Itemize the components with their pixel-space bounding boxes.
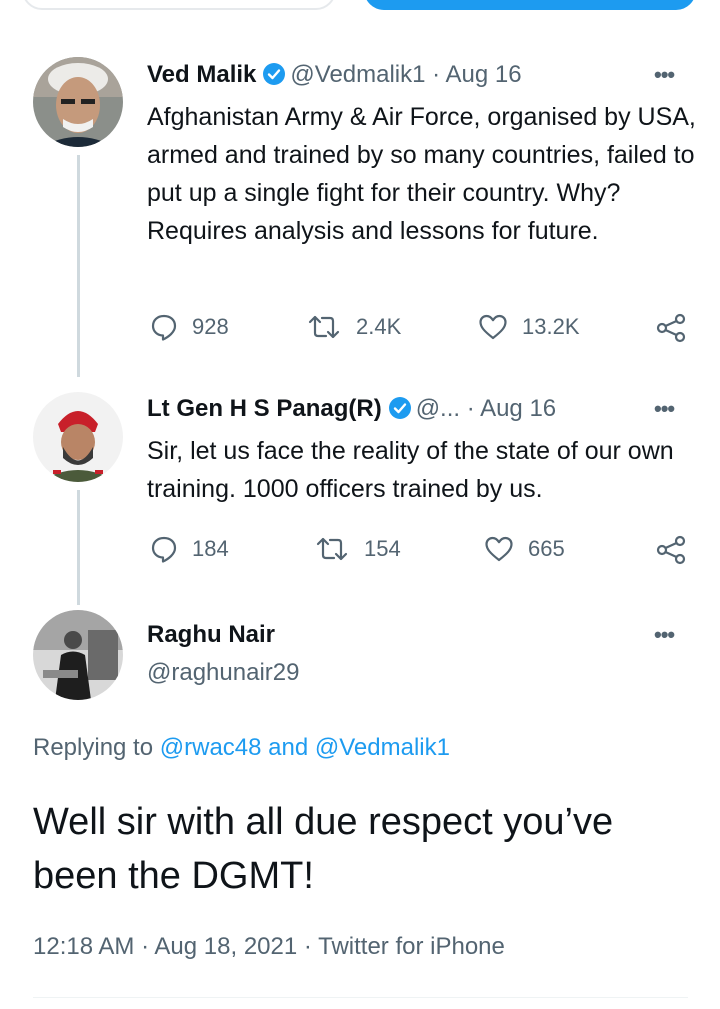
share-button[interactable] bbox=[655, 313, 701, 343]
avatar[interactable] bbox=[33, 57, 123, 147]
verified-badge-icon bbox=[388, 397, 411, 419]
verified-badge-icon bbox=[263, 63, 286, 85]
timestamp: 12:18 AM · Aug 18, 2021 · Twitter for iP… bbox=[33, 933, 505, 961]
avatar[interactable] bbox=[33, 610, 123, 700]
retweet-button[interactable]: 154 bbox=[314, 535, 401, 563]
more-horizontal-icon[interactable]: ••• bbox=[654, 396, 675, 422]
display-name[interactable]: Raghu Nair bbox=[147, 621, 275, 648]
separator-dot: · bbox=[432, 61, 441, 88]
heart-icon bbox=[485, 536, 513, 562]
mention-link[interactable]: @rwac48 bbox=[160, 734, 262, 761]
handle[interactable]: @... bbox=[416, 395, 460, 422]
avatar[interactable] bbox=[33, 392, 123, 482]
mention-and[interactable]: and bbox=[268, 734, 308, 761]
reply-count: 184 bbox=[192, 536, 229, 561]
mention-link[interactable]: @Vedmalik1 bbox=[315, 734, 450, 761]
like-count: 13.2K bbox=[522, 314, 580, 339]
top-bar bbox=[0, 0, 720, 32]
handle[interactable]: @raghunair29 bbox=[147, 659, 299, 686]
tweet-date[interactable]: Aug 16 bbox=[480, 395, 556, 422]
tweet-header: Lt Gen H S Panag(R) @... · Aug 16 bbox=[147, 394, 556, 424]
tweet-date[interactable]: Aug 16 bbox=[446, 61, 522, 88]
retweet-icon bbox=[308, 315, 340, 339]
replying-prefix: Replying to bbox=[33, 734, 154, 761]
avatar-image bbox=[33, 610, 123, 700]
avatar-image bbox=[33, 392, 123, 482]
tweet-header: Ved Malik @Vedmalik1 · Aug 16 bbox=[147, 60, 522, 90]
top-left-button[interactable] bbox=[22, 0, 336, 10]
separator-dot: · bbox=[141, 933, 150, 960]
tweet-date[interactable]: Aug 18, 2021 bbox=[154, 933, 297, 960]
share-icon bbox=[656, 535, 686, 565]
more-horizontal-icon[interactable]: ••• bbox=[654, 622, 675, 648]
thread-line bbox=[77, 490, 80, 605]
retweet-count: 2.4K bbox=[356, 314, 402, 339]
like-count: 665 bbox=[528, 536, 565, 561]
tweet-text: Sir, let us face the reality of the stat… bbox=[147, 437, 674, 503]
display-name[interactable]: Lt Gen H S Panag(R) bbox=[147, 395, 382, 422]
tweet-text: Well sir with all due respect you’ve bee… bbox=[33, 801, 614, 897]
reply-button[interactable]: 928 bbox=[150, 313, 229, 341]
separator-dot: · bbox=[466, 395, 475, 422]
share-icon bbox=[656, 313, 686, 343]
tweet-text: Afghanistan Army & Air Force, organised … bbox=[147, 103, 696, 245]
handle-wrap: @raghunair29 bbox=[147, 658, 299, 688]
replying-to: Replying to @rwac48 and @Vedmalik1 bbox=[33, 734, 450, 762]
tweet-time[interactable]: 12:18 AM bbox=[33, 933, 134, 960]
share-button[interactable] bbox=[655, 535, 701, 565]
retweet-button[interactable]: 2.4K bbox=[306, 313, 401, 341]
retweet-icon bbox=[316, 537, 348, 561]
heart-icon bbox=[479, 314, 507, 340]
like-button[interactable]: 13.2K bbox=[478, 313, 580, 341]
top-right-button[interactable] bbox=[364, 0, 696, 10]
handle[interactable]: @Vedmalik1 bbox=[290, 61, 425, 88]
reply-button[interactable]: 184 bbox=[150, 535, 229, 563]
retweet-count: 154 bbox=[364, 536, 401, 561]
more-horizontal-icon[interactable]: ••• bbox=[654, 62, 675, 88]
tweet-source[interactable]: Twitter for iPhone bbox=[318, 933, 505, 960]
reply-icon bbox=[151, 314, 177, 341]
reply-icon bbox=[151, 536, 177, 563]
display-name-wrap: Raghu Nair bbox=[147, 620, 275, 650]
avatar-image bbox=[33, 57, 123, 147]
like-button[interactable]: 665 bbox=[484, 535, 565, 563]
separator-dot: · bbox=[303, 933, 312, 960]
display-name[interactable]: Ved Malik bbox=[147, 61, 256, 88]
thread-line bbox=[77, 155, 80, 377]
reply-count: 928 bbox=[192, 314, 229, 339]
divider bbox=[33, 997, 688, 998]
